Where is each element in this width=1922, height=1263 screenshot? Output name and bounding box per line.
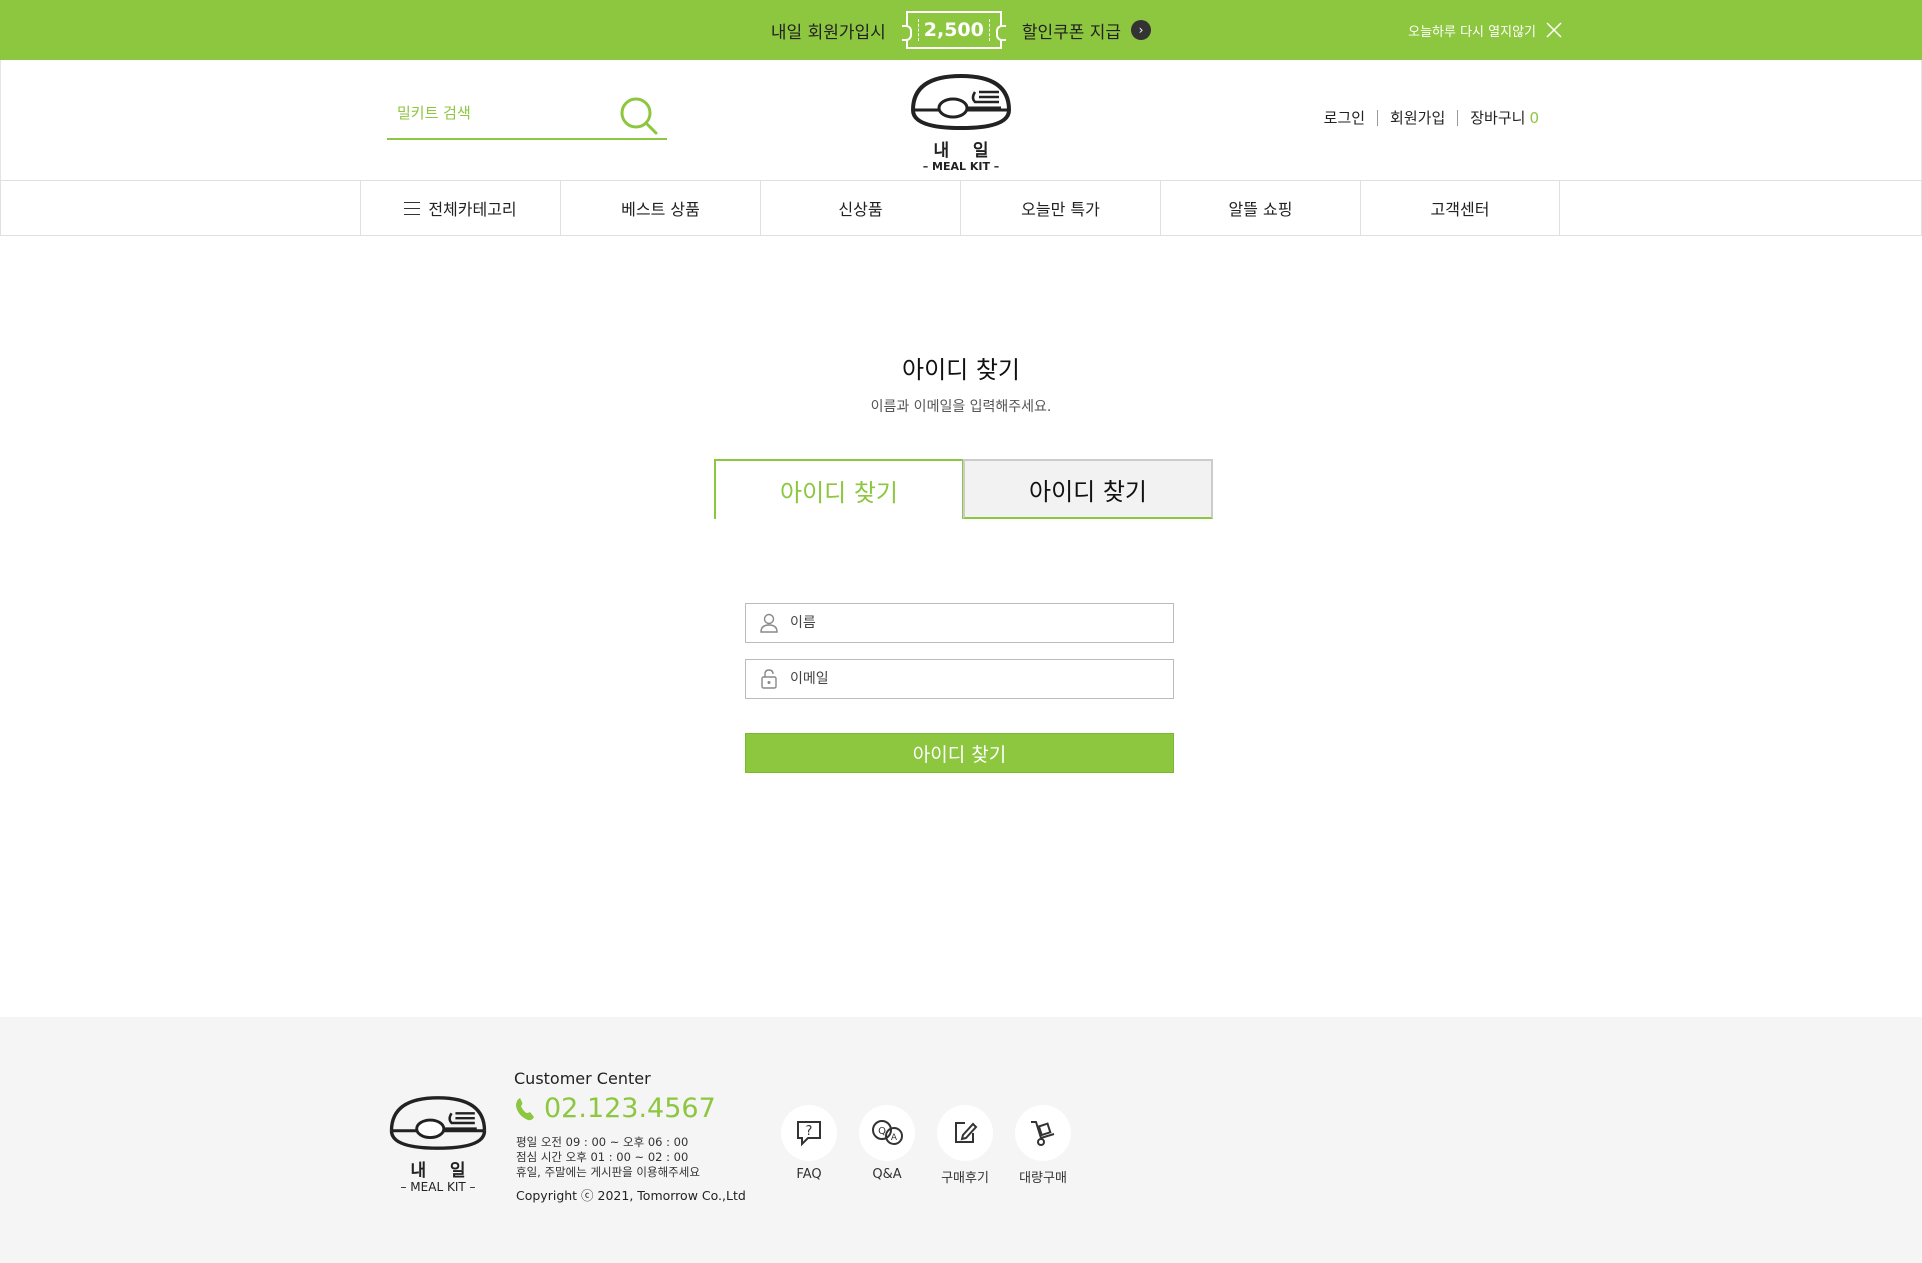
cart-count: 0 (1529, 109, 1539, 127)
menu-icon (404, 201, 421, 215)
business-hours: 평일 오전 09 : 00 ~ 오후 06 : 00 점심 시간 오후 01 :… (516, 1135, 700, 1180)
quick-link-qna[interactable]: QA Q&A (857, 1105, 917, 1182)
promo-dismiss[interactable]: 오늘하루 다시 열지않기 (1408, 0, 1562, 60)
svg-text:?: ? (806, 1124, 813, 1139)
footer-logo-subtitle: – MEAL KIT – (400, 1180, 476, 1194)
customer-center-label: Customer Center (514, 1069, 651, 1088)
coupon-amount: 2,500 (923, 19, 984, 41)
hours-line: 휴일, 주말에는 게시판을 이용해주세요 (516, 1165, 700, 1179)
user-utility-menu: 로그인 회원가입 장바구니 0 (1312, 110, 1551, 126)
cart-link[interactable]: 장바구니 0 (1457, 110, 1551, 126)
email-field (745, 659, 1174, 699)
faq-icon: ? (781, 1105, 837, 1161)
site-footer: 내 일 – MEAL KIT – Customer Center 02.123.… (0, 1017, 1922, 1263)
nav-item-bargain[interactable]: 알뜰 쇼핑 (1160, 181, 1360, 235)
promo-text-after: 할인쿠폰 지급 (1021, 22, 1122, 43)
page-title: 아이디 찾기 (901, 356, 1021, 384)
svg-text:Q: Q (878, 1126, 886, 1137)
nav-item-label: 전체카테고리 (428, 200, 517, 219)
quick-link-faq[interactable]: ? FAQ (779, 1105, 839, 1182)
search-input[interactable] (397, 104, 597, 122)
phone-icon (516, 1097, 534, 1120)
footer-logo-brand: 내 일 (410, 1161, 466, 1181)
login-link[interactable]: 로그인 (1312, 110, 1377, 126)
nav-item-customer-center[interactable]: 고객센터 (1360, 181, 1560, 235)
promo-banner[interactable]: 내일 회원가입시 2,500 할인쿠폰 지급 › (0, 0, 1922, 60)
cart-dolly-icon (1015, 1105, 1071, 1161)
page-subtitle: 이름과 이메일을 입력해주세요. (870, 399, 1052, 415)
quick-link-label: Q&A (872, 1167, 902, 1182)
logo-subtitle: – MEAL KIT – (922, 160, 1000, 173)
quick-link-bulk[interactable]: 대량구매 (1013, 1105, 1073, 1186)
promo-dismiss-label: 오늘하루 다시 열지않기 (1408, 24, 1536, 40)
user-icon (760, 613, 778, 633)
lock-icon (761, 669, 777, 689)
nav-item-today-deal[interactable]: 오늘만 특가 (960, 181, 1160, 235)
promo-bar: 내일 회원가입시 2,500 할인쿠폰 지급 › 오늘하루 다시 열지않기 (0, 0, 1922, 60)
qna-icon: QA (859, 1105, 915, 1161)
quick-link-label: 구매후기 (941, 1171, 989, 1186)
tab-find-id[interactable]: 아이디 찾기 (714, 459, 964, 519)
search-bar (387, 90, 667, 140)
quick-link-reviews[interactable]: 구매후기 (935, 1105, 995, 1186)
find-tabs: 아이디 찾기 아이디 찾기 (714, 459, 1213, 519)
coupon-badge: 2,500 (901, 11, 1006, 49)
tab-find-id-alt[interactable]: 아이디 찾기 (963, 459, 1213, 519)
svg-text:A: A (891, 1133, 898, 1143)
find-id-button[interactable]: 아이디 찾기 (745, 733, 1174, 773)
signup-link[interactable]: 회원가입 (1377, 110, 1457, 126)
copyright: Copyright ⓒ 2021, Tomorrow Co.,Ltd (516, 1188, 746, 1203)
email-input[interactable] (790, 671, 1150, 687)
name-field (745, 603, 1174, 643)
name-input[interactable] (790, 615, 1150, 631)
hours-line: 평일 오전 09 : 00 ~ 오후 06 : 00 (516, 1135, 689, 1149)
cart-label: 장바구니 (1470, 109, 1526, 127)
site-header: 내 일 – MEAL KIT – 로그인 회원가입 장바구니0 (0, 60, 1922, 180)
nav-item-new[interactable]: 신상품 (760, 181, 960, 235)
chevron-right-icon[interactable]: › (1131, 20, 1152, 40)
close-icon[interactable] (1546, 22, 1562, 38)
footer-logo[interactable]: 내 일 – MEAL KIT – (384, 1092, 492, 1196)
search-icon[interactable] (619, 96, 659, 136)
logo-mark (911, 73, 1011, 131)
nav-item-best[interactable]: 베스트 상품 (560, 181, 760, 235)
main-nav: 전체카테고리 베스트 상품 신상품 오늘만 특가 알뜰 쇼핑 고객센터 (0, 180, 1922, 236)
site-logo[interactable]: 내 일 – MEAL KIT – (909, 70, 1013, 173)
quick-link-label: FAQ (796, 1167, 822, 1182)
promo-text-before: 내일 회원가입시 (770, 22, 886, 43)
nav-item-all-categories[interactable]: 전체카테고리 (360, 181, 560, 235)
logo-brand: 내 일 (933, 141, 989, 161)
quick-link-label: 대량구매 (1019, 1171, 1067, 1186)
phone-number[interactable]: 02.123.4567 (514, 1093, 716, 1124)
phone-number-text: 02.123.4567 (544, 1093, 716, 1124)
hours-line: 점심 시간 오후 01 : 00 ~ 02 : 00 (516, 1150, 689, 1164)
footer-logo-mark (389, 1096, 487, 1150)
edit-icon (937, 1105, 993, 1161)
